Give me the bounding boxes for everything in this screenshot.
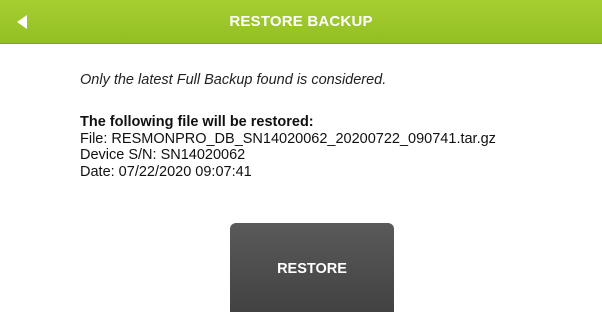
restore-button[interactable]: RESTORE xyxy=(230,223,394,312)
restore-backup-screen: RESTORE BACKUP Only the latest Full Back… xyxy=(0,0,602,312)
header-bar: RESTORE BACKUP xyxy=(0,0,602,44)
backup-date-line: Date: 07/22/2020 09:07:41 xyxy=(80,163,252,180)
restore-file-info: The following file will be restored: Fil… xyxy=(80,114,496,180)
file-name-line: File: RESMONPRO_DB_SN14020062_20200722_0… xyxy=(80,130,496,147)
backup-note: Only the latest Full Backup found is con… xyxy=(80,72,387,88)
device-serial-line: Device S/N: SN14020062 xyxy=(80,147,246,163)
page-title: RESTORE BACKUP xyxy=(229,13,373,30)
restore-heading: The following file will be restored: xyxy=(80,114,314,130)
